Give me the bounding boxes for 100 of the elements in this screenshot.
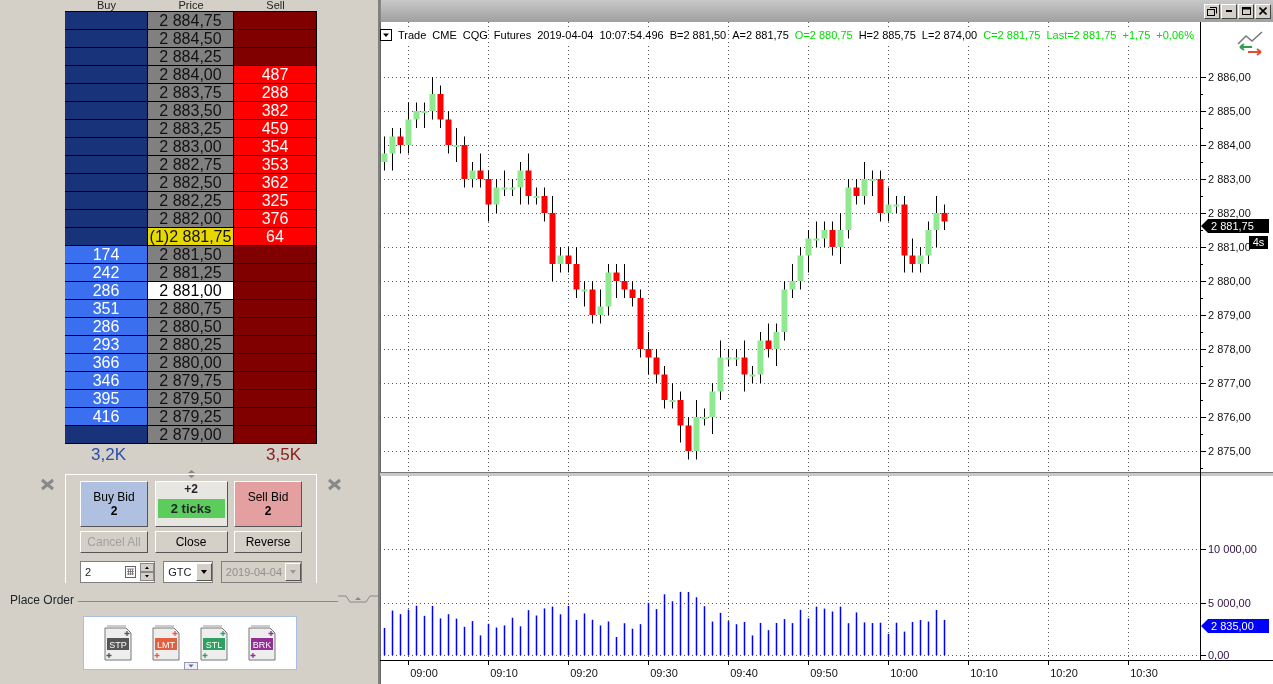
action-button[interactable]: Reverse xyxy=(234,531,302,553)
order-type-button[interactable]: STL xyxy=(200,625,228,661)
maximize-icon xyxy=(1241,7,1251,15)
sell-cell[interactable] xyxy=(234,48,317,66)
sell-cell[interactable]: 459 xyxy=(234,120,317,138)
sell-cell[interactable] xyxy=(234,264,317,282)
popout-button[interactable] xyxy=(1204,3,1220,19)
order-type-button[interactable]: STP xyxy=(104,625,132,661)
column-header[interactable]: Price xyxy=(148,0,234,12)
minimize-button[interactable] xyxy=(1221,3,1237,19)
buy-cell[interactable]: 286 xyxy=(65,282,148,300)
action-button[interactable]: Close xyxy=(154,531,228,553)
sell-cell[interactable]: 382 xyxy=(234,102,317,120)
price-axis-label: 2 883,00 xyxy=(1208,173,1251,185)
price-axis-label: 2 882,00 xyxy=(1208,207,1251,219)
buy-cell[interactable] xyxy=(65,66,148,84)
buy-cell[interactable] xyxy=(65,48,148,66)
sell-cell[interactable] xyxy=(234,408,317,426)
price-cell: 2 880,50 xyxy=(148,318,234,336)
sell-cell[interactable] xyxy=(234,390,317,408)
close-button[interactable] xyxy=(1255,3,1271,19)
buy-cell[interactable] xyxy=(65,84,148,102)
price-cell: 2 883,25 xyxy=(148,120,234,138)
price-cell: 2 884,75 xyxy=(148,12,234,30)
buy-total: 3,2K xyxy=(91,444,126,466)
sell-cell[interactable] xyxy=(234,12,317,30)
buy-cell[interactable]: 174 xyxy=(65,246,148,264)
price-cell: 2 879,00 xyxy=(148,426,234,444)
buy-cell[interactable] xyxy=(65,210,148,228)
buy-cell[interactable] xyxy=(65,156,148,174)
sell-bid-button[interactable]: Sell Bid 2 xyxy=(234,481,302,527)
time-axis-label: 09:10 xyxy=(490,667,518,679)
quantity-field[interactable]: 2 xyxy=(80,561,156,583)
buy-cell[interactable]: 286 xyxy=(65,318,148,336)
sell-cell[interactable] xyxy=(234,282,317,300)
price-cell: 2 884,00 xyxy=(148,66,234,84)
order-type-button[interactable]: LMT xyxy=(152,625,180,661)
order-type-button[interactable]: BRK xyxy=(248,625,276,661)
chart-arrows-icon[interactable] xyxy=(1237,31,1263,56)
spin-down-icon[interactable] xyxy=(140,572,155,581)
buy-cell[interactable]: 346 xyxy=(65,372,148,390)
sell-cell[interactable]: 64 xyxy=(234,228,317,246)
close-icon[interactable] xyxy=(40,478,55,491)
price-cell: 2 882,25 xyxy=(148,192,234,210)
sell-cell[interactable] xyxy=(234,354,317,372)
buy-cell[interactable]: 416 xyxy=(65,408,148,426)
duration-dropdown[interactable]: GTC xyxy=(163,561,213,583)
column-header[interactable]: Sell xyxy=(234,0,317,12)
column-header[interactable]: Buy xyxy=(65,0,148,12)
ticks-label: 2 ticks xyxy=(157,499,225,518)
buy-bid-button[interactable]: Buy Bid 2 xyxy=(80,481,148,527)
expand-icon[interactable] xyxy=(184,662,198,670)
sell-cell[interactable]: 487 xyxy=(234,66,317,84)
buy-cell[interactable] xyxy=(65,102,148,120)
buy-cell[interactable] xyxy=(65,120,148,138)
sell-cell[interactable] xyxy=(234,336,317,354)
spin-up-icon[interactable] xyxy=(140,563,155,572)
time-axis-label: 10:30 xyxy=(1130,667,1158,679)
price-cell: 2 882,50 xyxy=(148,174,234,192)
sell-cell[interactable] xyxy=(234,300,317,318)
sell-cell[interactable]: 354 xyxy=(234,138,317,156)
sell-cell[interactable]: 353 xyxy=(234,156,317,174)
close-icon[interactable] xyxy=(327,478,342,491)
buy-cell[interactable]: 351 xyxy=(65,300,148,318)
sell-cell[interactable] xyxy=(234,246,317,264)
buy-cell[interactable]: 395 xyxy=(65,390,148,408)
buy-cell[interactable] xyxy=(65,138,148,156)
calculator-icon[interactable] xyxy=(125,566,137,578)
buy-cell[interactable]: 242 xyxy=(65,264,148,282)
offset-value: +2 xyxy=(184,482,198,496)
buy-cell[interactable] xyxy=(65,174,148,192)
price-axis-label: 2 884,00 xyxy=(1208,139,1251,151)
buy-cell[interactable] xyxy=(65,426,148,444)
buy-cell[interactable] xyxy=(65,12,148,30)
sell-cell[interactable]: 325 xyxy=(234,192,317,210)
sell-cell[interactable] xyxy=(234,372,317,390)
sell-cell[interactable]: 362 xyxy=(234,174,317,192)
price-cell: 2 880,75 xyxy=(148,300,234,318)
buy-cell[interactable] xyxy=(65,192,148,210)
price-cell: 2 880,00 xyxy=(148,354,234,372)
price-axis-label: 2 880,00 xyxy=(1208,275,1251,287)
price-axis-label: 2 875,00 xyxy=(1208,445,1251,457)
maximize-button[interactable] xyxy=(1238,3,1254,19)
buy-cell[interactable]: 366 xyxy=(65,354,148,372)
buy-cell[interactable]: 293 xyxy=(65,336,148,354)
sell-cell[interactable]: 376 xyxy=(234,210,317,228)
sell-cell[interactable] xyxy=(234,30,317,48)
collapse-icon[interactable] xyxy=(338,595,378,605)
price-cell: 2 882,75 xyxy=(148,156,234,174)
time-axis-label: 09:50 xyxy=(810,667,838,679)
minimize-icon xyxy=(1226,10,1232,12)
buy-cell[interactable] xyxy=(65,228,148,246)
price-cell: 2 883,00 xyxy=(148,138,234,156)
price-cell: 2 882,00 xyxy=(148,210,234,228)
sell-cell[interactable] xyxy=(234,318,317,336)
dropdown-icon[interactable] xyxy=(380,29,392,42)
resize-grip-icon[interactable] xyxy=(187,469,196,479)
buy-cell[interactable] xyxy=(65,30,148,48)
sell-cell[interactable]: 288 xyxy=(234,84,317,102)
sell-cell[interactable] xyxy=(234,426,317,444)
